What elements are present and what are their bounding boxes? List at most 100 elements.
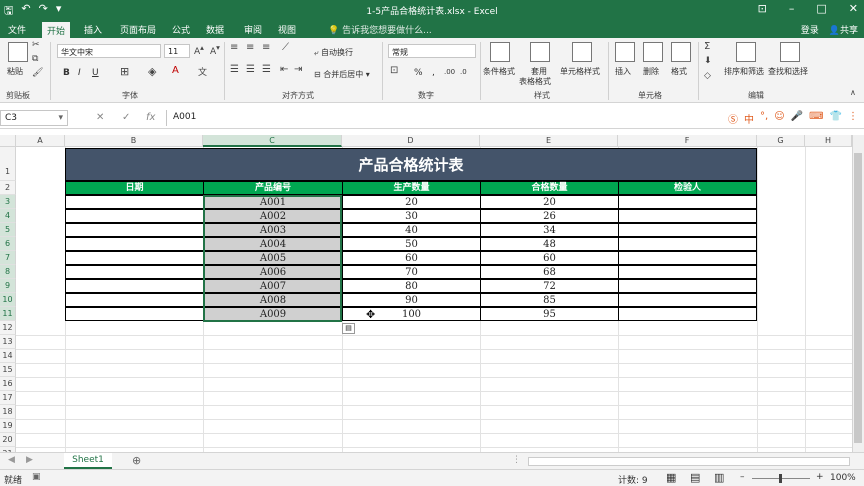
column-header[interactable]: F (618, 135, 757, 147)
row-header-selected[interactable]: 11 (0, 307, 16, 321)
percent-button[interactable]: % (414, 68, 423, 78)
column-header[interactable]: B (65, 135, 203, 147)
table-cell[interactable]: 50 (342, 237, 481, 251)
cell-styles-button[interactable]: 单元格样式 (560, 66, 600, 77)
worksheet-grid[interactable]: A B C D E F G H 1 2 3 4 5 6 7 8 9 10 11 … (0, 135, 864, 452)
punctuation-icon[interactable]: °, (760, 111, 768, 126)
align-right-icon[interactable]: ☰ (262, 64, 271, 75)
comma-button[interactable]: , (432, 68, 435, 78)
row-header[interactable]: 1 (0, 147, 16, 181)
tell-me-box[interactable]: 💡 告诉我您想要做什么... (328, 23, 432, 36)
share-button[interactable]: 👤共享 (829, 23, 858, 36)
tab-data[interactable]: 数据 (206, 23, 224, 36)
formula-input[interactable]: A001 (166, 110, 726, 126)
grow-font-icon[interactable]: A▴ (194, 43, 204, 57)
table-cell[interactable] (65, 209, 204, 223)
keyboard-icon[interactable]: ⌨ (809, 111, 823, 126)
row-header-selected[interactable]: 10 (0, 293, 16, 307)
format-cells-button[interactable]: 格式 (671, 66, 687, 77)
tab-formulas[interactable]: 公式 (172, 23, 190, 36)
row-header[interactable]: 18 (0, 405, 16, 419)
row-header[interactable]: 20 (0, 433, 16, 447)
column-header[interactable]: G (757, 135, 805, 147)
table-cell[interactable]: 100 (342, 307, 481, 321)
header-cell-produced[interactable]: 生产数量 (342, 181, 481, 195)
row-header-selected[interactable]: 4 (0, 209, 16, 223)
close-icon[interactable]: ✕ (849, 2, 858, 15)
increase-indent-icon[interactable]: ⇥ (294, 64, 302, 75)
table-cell[interactable]: 60 (342, 251, 481, 265)
enter-icon[interactable]: ✓ (122, 112, 130, 123)
paste-icon[interactable] (8, 42, 28, 62)
table-cell[interactable]: A002 (203, 209, 343, 223)
bold-button[interactable]: B (63, 68, 70, 78)
copy-icon[interactable]: ⧉ (32, 54, 38, 64)
column-header[interactable]: A (16, 135, 65, 147)
table-cell[interactable]: 34 (480, 223, 619, 237)
table-cell[interactable]: A005 (203, 251, 343, 265)
column-header[interactable]: E (480, 135, 618, 147)
ime-mode-icon[interactable]: 中 (744, 111, 754, 126)
table-cell[interactable]: 68 (480, 265, 619, 279)
find-select-button[interactable]: 查找和选择 (768, 66, 808, 77)
table-cell[interactable]: 60 (480, 251, 619, 265)
row-header[interactable]: 17 (0, 391, 16, 405)
name-box[interactable]: C3 ▾ (0, 110, 68, 126)
wrap-text-button[interactable]: ⤶ 自动换行 (314, 47, 353, 58)
column-header-selected[interactable]: C (203, 135, 342, 147)
row-header[interactable]: 16 (0, 377, 16, 391)
tab-view[interactable]: 视图 (278, 23, 296, 36)
table-cell[interactable] (618, 293, 757, 307)
zoom-in-icon[interactable]: + (816, 472, 824, 482)
fill-color-icon[interactable]: ◈ (148, 65, 156, 78)
table-cell[interactable]: A008 (203, 293, 343, 307)
horizontal-scrollbar[interactable] (528, 457, 850, 466)
table-cell[interactable] (618, 223, 757, 237)
sort-filter-button[interactable]: 排序和筛选 (724, 66, 764, 77)
table-cell[interactable]: 72 (480, 279, 619, 293)
table-cell[interactable]: A004 (203, 237, 343, 251)
login-link[interactable]: 登录 (801, 23, 819, 36)
table-cell[interactable] (618, 209, 757, 223)
sheet-tab[interactable]: Sheet1 (64, 453, 112, 469)
table-cell[interactable] (65, 293, 204, 307)
align-top-icon[interactable]: ≡ (230, 42, 238, 53)
decrease-indent-icon[interactable]: ⇤ (280, 64, 288, 75)
header-cell-date[interactable]: 日期 (65, 181, 204, 195)
borders-icon[interactable]: ⊞ (120, 65, 129, 78)
row-header[interactable]: 19 (0, 419, 16, 433)
table-title[interactable]: 产品合格统计表 (65, 148, 757, 181)
merge-center-button[interactable]: ⊟ 合并后居中 ▾ (314, 69, 370, 80)
insert-cells-button[interactable]: 插入 (615, 66, 631, 77)
minimize-icon[interactable]: – (789, 2, 795, 15)
paste-button[interactable]: 粘贴 (7, 66, 23, 77)
align-center-icon[interactable]: ☰ (246, 64, 255, 75)
number-format-select[interactable]: 常规 (388, 44, 476, 58)
table-cell[interactable] (65, 279, 204, 293)
increase-decimal-icon[interactable]: .00 (444, 68, 455, 76)
paste-options-icon[interactable]: ▤ (342, 323, 355, 334)
align-middle-icon[interactable]: ≡ (246, 42, 254, 53)
shrink-font-icon[interactable]: A▾ (210, 43, 220, 57)
microphone-icon[interactable]: 🎤 (791, 111, 803, 126)
zoom-slider-thumb[interactable] (779, 474, 782, 483)
delete-cells-button[interactable]: 删除 (643, 66, 659, 77)
table-cell[interactable]: A007 (203, 279, 343, 293)
table-cell[interactable] (65, 265, 204, 279)
page-break-view-icon[interactable]: ▥ (714, 471, 724, 484)
row-header-selected[interactable]: 7 (0, 251, 16, 265)
autosum-icon[interactable]: Σ (704, 41, 710, 52)
collapse-ribbon-icon[interactable]: ∧ (850, 88, 856, 97)
column-header[interactable]: D (342, 135, 480, 147)
cut-icon[interactable]: ✂ (32, 40, 40, 50)
table-cell[interactable]: 48 (480, 237, 619, 251)
add-sheet-icon[interactable]: ⊕ (132, 454, 141, 467)
cancel-icon[interactable]: ✕ (96, 112, 104, 123)
zoom-out-icon[interactable]: – (740, 472, 745, 482)
skin-icon[interactable]: 👕 (830, 111, 842, 126)
table-cell[interactable]: 95 (480, 307, 619, 321)
align-bottom-icon[interactable]: ≡ (262, 42, 270, 53)
header-cell-inspector[interactable]: 检验人 (618, 181, 757, 195)
decrease-decimal-icon[interactable]: .0 (460, 68, 467, 76)
insert-function-icon[interactable]: fx (146, 112, 155, 123)
